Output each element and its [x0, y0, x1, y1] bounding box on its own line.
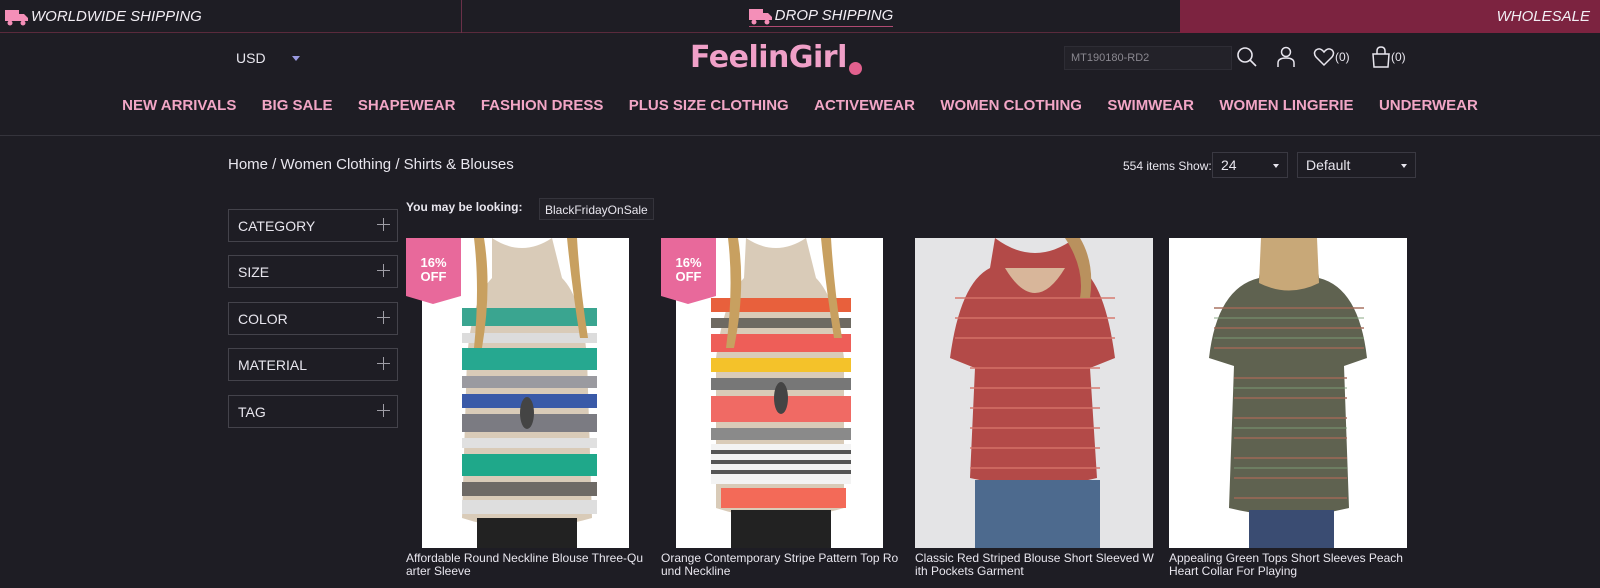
- filter-label: SIZE: [238, 263, 270, 280]
- nav-new-arrivals[interactable]: NEW ARRIVALS: [122, 97, 236, 121]
- product-title-line-1: Orange Contemporary Stripe Pattern Top R…: [661, 551, 899, 565]
- heart-icon: [1313, 48, 1335, 67]
- discount-percent: 16%: [675, 255, 702, 270]
- main-nav: NEW ARRIVALS BIG SALE SHAPEWEAR FASHION …: [0, 97, 1600, 121]
- nav-shapewear[interactable]: SHAPEWEAR: [358, 97, 456, 121]
- account-button[interactable]: [1276, 46, 1296, 68]
- filter-material[interactable]: MATERIAL: [228, 348, 398, 381]
- cart-button[interactable]: (0): [1371, 46, 1406, 68]
- nav-big-sale[interactable]: BIG SALE: [262, 97, 333, 121]
- chevron-down-icon: [1273, 164, 1279, 168]
- wholesale-link[interactable]: WHOLESALE: [1180, 0, 1600, 33]
- product-title[interactable]: Orange Contemporary Stripe Pattern Top R…: [661, 552, 901, 578]
- page-size-value: 24: [1221, 157, 1237, 173]
- filter-label: MATERIAL: [238, 356, 307, 373]
- nav-women-lingerie[interactable]: WOMEN LINGERIE: [1219, 97, 1353, 121]
- nav-underwear[interactable]: UNDERWEAR: [1379, 97, 1478, 121]
- discount-off: OFF: [420, 269, 447, 284]
- wishlist-count: (0): [1335, 50, 1350, 64]
- breadcrumb: Home / Women Clothing / Shirts & Blouses: [228, 156, 514, 173]
- discount-badge: 16% OFF: [406, 238, 461, 304]
- discount-off: OFF: [675, 269, 702, 284]
- product-title[interactable]: Classic Red Striped Blouse Short Sleeved…: [915, 552, 1155, 578]
- discount-percent: 16%: [420, 255, 447, 270]
- site-header: USD FeelinGirl (0) (0): [0, 34, 1600, 86]
- product-title[interactable]: Appealing Green Tops Short Sleeves Peach…: [1169, 552, 1409, 578]
- nav-activewear[interactable]: ACTIVEWEAR: [814, 97, 915, 121]
- nav-women-clothing[interactable]: WOMEN CLOTHING: [940, 97, 1082, 121]
- product-image[interactable]: [1169, 238, 1407, 548]
- plus-icon: [377, 311, 390, 324]
- product-title-line-2: ith Pockets Garment: [915, 564, 1024, 578]
- filter-tag[interactable]: TAG: [228, 395, 398, 428]
- filter-label: TAG: [238, 403, 266, 420]
- product-title-line-1: Classic Red Striped Blouse Short Sleeved…: [915, 551, 1154, 565]
- filter-label: COLOR: [238, 310, 288, 327]
- results-count: 554 items Show:: [1123, 159, 1212, 173]
- product-title-line-2: arter Sleeve: [406, 564, 471, 578]
- plus-icon: [377, 357, 390, 370]
- site-logo[interactable]: FeelinGirl: [690, 36, 862, 78]
- nav-divider: [0, 135, 1600, 136]
- worldwide-shipping-label: WORLDWIDE SHIPPING: [31, 8, 202, 25]
- logo-badge-icon: [848, 61, 862, 75]
- user-icon: [1277, 46, 1295, 67]
- worldwide-shipping-link[interactable]: WORLDWIDE SHIPPING: [0, 0, 462, 33]
- wholesale-label: WHOLESALE: [1496, 8, 1590, 25]
- filter-size[interactable]: SIZE: [228, 255, 398, 288]
- top-banner: WORLDWIDE SHIPPING DROP SHIPPING WHOLESA…: [0, 0, 1600, 33]
- search-icon: [1237, 47, 1257, 67]
- filter-category[interactable]: CATEGORY: [228, 209, 398, 242]
- chevron-down-icon: [1401, 164, 1407, 168]
- product-photo: [915, 238, 1153, 548]
- suggestion-label: You may be looking:: [406, 200, 523, 214]
- nav-fashion-dress[interactable]: FASHION DRESS: [481, 97, 604, 121]
- suggestion-tag[interactable]: BlackFridayOnSale: [539, 198, 654, 220]
- search-input[interactable]: [1064, 46, 1232, 70]
- chevron-down-icon: [291, 55, 300, 61]
- product-title-line-2: Heart Collar For Playing: [1169, 564, 1298, 578]
- product-title[interactable]: Affordable Round Neckline Blouse Three-Q…: [406, 552, 646, 578]
- currency-selector[interactable]: USD: [236, 50, 300, 66]
- cart-count: (0): [1391, 50, 1406, 64]
- product-title-line-2: und Neckline: [661, 564, 731, 578]
- sort-value: Default: [1306, 157, 1351, 173]
- search-button[interactable]: [1236, 46, 1258, 68]
- product-photo: [1169, 238, 1407, 548]
- plus-icon: [377, 218, 390, 231]
- product-title-line-1: Affordable Round Neckline Blouse Three-Q…: [406, 551, 644, 565]
- shopping-bag-icon: [1372, 46, 1390, 68]
- breadcrumb-shirts-blouses: Shirts & Blouses: [403, 156, 514, 173]
- discount-badge: 16% OFF: [661, 238, 716, 304]
- truck-icon: [748, 7, 773, 25]
- product-image[interactable]: [915, 238, 1153, 548]
- nav-plus-size-clothing[interactable]: PLUS SIZE CLOTHING: [629, 97, 789, 121]
- breadcrumb-home[interactable]: Home: [228, 156, 268, 173]
- show-label: Show:: [1178, 159, 1212, 173]
- page-size-select[interactable]: 24: [1212, 152, 1288, 178]
- breadcrumb-women-clothing[interactable]: Women Clothing: [281, 156, 392, 173]
- filter-label: CATEGORY: [238, 217, 316, 234]
- logo-text: FeelinGirl: [690, 39, 847, 75]
- drop-shipping-label: DROP SHIPPING: [774, 7, 894, 24]
- sort-select[interactable]: Default: [1297, 152, 1416, 178]
- item-count: 554 items: [1123, 159, 1176, 173]
- filter-color[interactable]: COLOR: [228, 302, 398, 335]
- nav-swimwear[interactable]: SWIMWEAR: [1107, 97, 1194, 121]
- currency-value: USD: [236, 50, 266, 66]
- wishlist-button[interactable]: (0): [1313, 46, 1350, 68]
- plus-icon: [377, 404, 390, 417]
- product-title-line-1: Appealing Green Tops Short Sleeves Peach: [1169, 551, 1403, 565]
- drop-shipping-link[interactable]: DROP SHIPPING: [462, 0, 1180, 33]
- plus-icon: [377, 264, 390, 277]
- truck-icon: [5, 8, 29, 26]
